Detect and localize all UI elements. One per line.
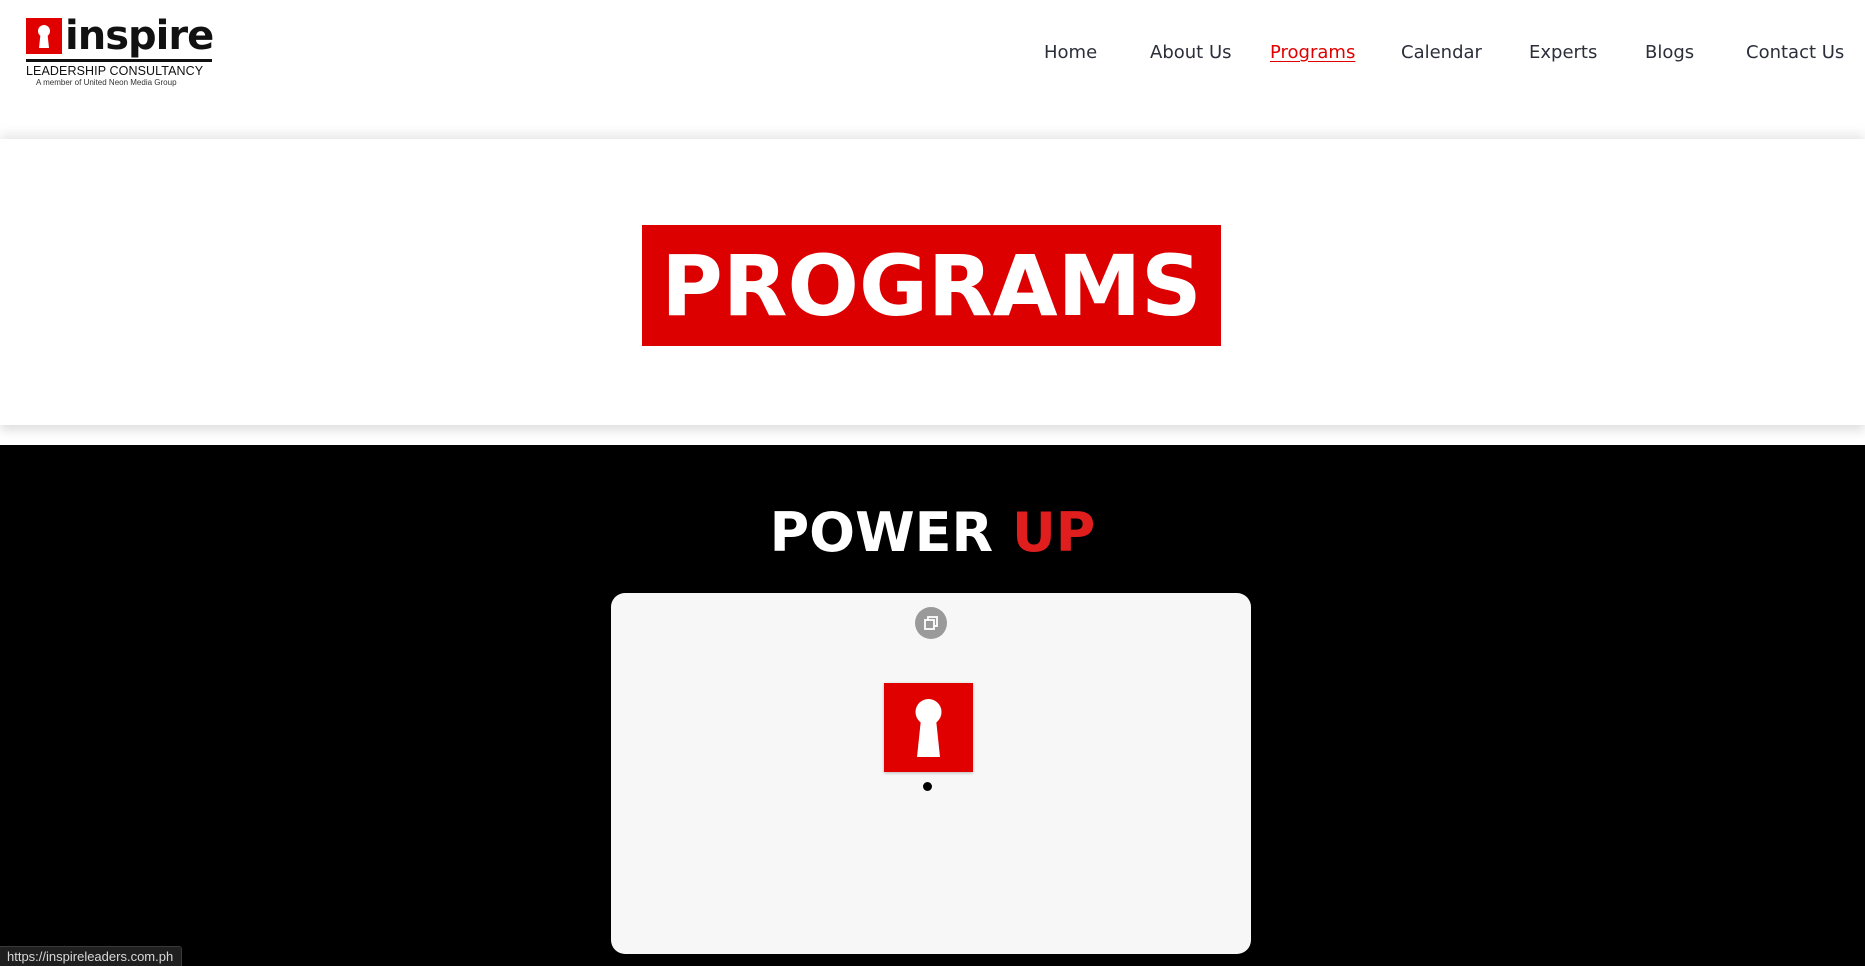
nav-calendar[interactable]: Calendar <box>1401 42 1482 63</box>
nav-home[interactable]: Home <box>1044 42 1097 63</box>
hero-title-box: PROGRAMS <box>642 225 1221 346</box>
logo-subtagline: A member of United Neon Media Group <box>36 78 177 87</box>
site-header: inspire LEADERSHIP CONSULTANCY A member … <box>0 0 1865 135</box>
status-bar-url: https://inspireleaders.com.ph <box>0 946 183 966</box>
nav-contact-us[interactable]: Contact Us <box>1746 42 1844 63</box>
nav-programs[interactable]: Programs <box>1270 42 1355 63</box>
section-heading-main: POWER <box>769 501 994 564</box>
section-heading-accent: UP <box>1011 501 1096 564</box>
page-title: PROGRAMS <box>661 236 1202 335</box>
nav-blogs[interactable]: Blogs <box>1645 42 1694 63</box>
power-up-section: POWER UP <box>0 445 1865 966</box>
nav-experts[interactable]: Experts <box>1529 42 1597 63</box>
expand-gallery-icon[interactable] <box>915 607 947 639</box>
keyhole-logo-icon <box>884 683 973 772</box>
hero-banner: PROGRAMS <box>0 139 1865 425</box>
section-heading: POWER UP <box>0 501 1865 564</box>
carousel-dot-icon[interactable] <box>923 782 932 791</box>
nav-about-us[interactable]: About Us <box>1150 42 1232 63</box>
program-card[interactable] <box>611 593 1251 954</box>
main-nav: Home About Us Programs Calendar Experts … <box>0 42 1865 72</box>
